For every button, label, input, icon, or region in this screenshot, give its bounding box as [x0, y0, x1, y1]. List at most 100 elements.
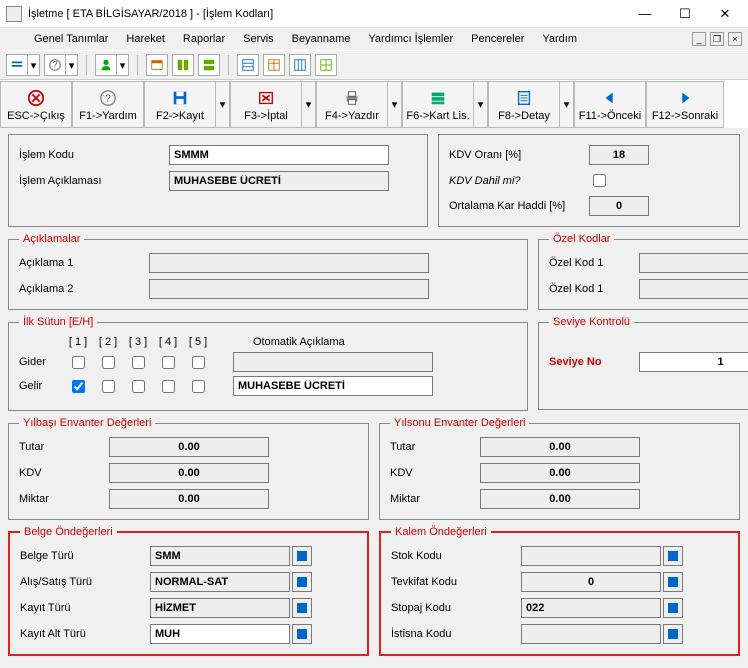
fkey-f6[interactable]: F6->Kart Lis.: [402, 81, 474, 128]
menu-hareket[interactable]: Hareket: [122, 31, 169, 47]
fkey-f11[interactable]: F11->Önceki: [574, 81, 646, 128]
mdi-restore-button[interactable]: ❐: [710, 32, 724, 46]
gelir-chk-4[interactable]: [162, 380, 175, 393]
menu-genel[interactable]: Genel Tanımlar: [30, 31, 112, 47]
gider-oto-field[interactable]: [233, 352, 433, 372]
kdv-orani-field[interactable]: [589, 145, 649, 165]
maximize-button[interactable]: ☐: [666, 3, 704, 25]
gider-chk-1[interactable]: [72, 356, 85, 369]
yilsonu-miktar-label: Miktar: [390, 493, 480, 505]
aciklama2-field[interactable]: [149, 279, 429, 299]
kayit-alt-picker-button[interactable]: [292, 624, 312, 644]
print-icon: [342, 88, 362, 108]
toolbar-tile-h-icon[interactable]: [172, 54, 194, 76]
toolbar-user-icon[interactable]: [95, 54, 117, 76]
fkey-f2[interactable]: F2->Kayıt: [144, 81, 216, 128]
gider-chk-5[interactable]: [192, 356, 205, 369]
yilbasi-kdv-field[interactable]: [109, 463, 269, 483]
fkey-esc[interactable]: ESC->Çıkış: [0, 81, 72, 128]
toolbar-grid2-icon[interactable]: [263, 54, 285, 76]
yilbasi-kdv-label: KDV: [19, 467, 109, 479]
oto-aciklama-label: Otomatik Açıklama: [253, 336, 345, 348]
fkey-f2-drop[interactable]: ▾: [216, 81, 230, 128]
close-button[interactable]: ✕: [706, 3, 744, 25]
toolbar-grid4-icon[interactable]: [315, 54, 337, 76]
gelir-chk-1[interactable]: [72, 380, 85, 393]
menu-servis[interactable]: Servis: [239, 31, 278, 47]
toolbar-grid3-icon[interactable]: [289, 54, 311, 76]
gider-chk-4[interactable]: [162, 356, 175, 369]
stopaj-picker-button[interactable]: [663, 598, 683, 618]
ozelkod-fieldset: Özel Kodlar Özel Kod 1 Özel Kod 1: [538, 233, 748, 310]
gelir-oto-field[interactable]: [233, 376, 433, 396]
islem-kodu-label: İşlem Kodu: [19, 149, 169, 161]
ozelkod1-field[interactable]: [639, 253, 748, 273]
toolbar-user-drop-icon[interactable]: ▾: [117, 54, 129, 76]
menu-yardimci[interactable]: Yardımcı İşlemler: [364, 31, 457, 47]
menu-pencereler[interactable]: Pencereler: [467, 31, 528, 47]
belge-legend: Belge Öndeğerleri: [20, 526, 117, 538]
toolbar-new-window-icon[interactable]: [146, 54, 168, 76]
yilbasi-tutar-label: Tutar: [19, 441, 109, 453]
toolbar-settings-drop-icon[interactable]: ▾: [28, 54, 40, 76]
yilbasi-tutar-field[interactable]: [109, 437, 269, 457]
tevkifat-picker-button[interactable]: [663, 572, 683, 592]
yilbasi-miktar-field[interactable]: [109, 489, 269, 509]
fkey-f12[interactable]: F12->Sonraki: [646, 81, 724, 128]
fkey-f1[interactable]: ? F1->Yardım: [72, 81, 144, 128]
toolbar-help-icon[interactable]: ?: [44, 54, 66, 76]
stok-kodu-picker-button[interactable]: [663, 546, 683, 566]
kayit-turu-picker-button[interactable]: [292, 598, 312, 618]
tevkifat-field[interactable]: [521, 572, 661, 592]
gelir-label: Gelir: [19, 380, 63, 392]
fkey-f3[interactable]: F3->İptal: [230, 81, 302, 128]
stok-kodu-field[interactable]: [521, 546, 661, 566]
fkey-f4-drop[interactable]: ▾: [388, 81, 402, 128]
gider-chk-2[interactable]: [102, 356, 115, 369]
istisna-picker-button[interactable]: [663, 624, 683, 644]
minimize-button[interactable]: —: [626, 3, 664, 25]
kayit-alt-field[interactable]: [150, 624, 290, 644]
menu-beyanname[interactable]: Beyanname: [288, 31, 355, 47]
yilsonu-miktar-field[interactable]: [480, 489, 640, 509]
kalem-legend: Kalem Öndeğerleri: [391, 526, 491, 538]
kayit-turu-field[interactable]: [150, 598, 290, 618]
ort-kar-field[interactable]: [589, 196, 649, 216]
stopaj-field[interactable]: [521, 598, 661, 618]
belge-turu-field[interactable]: [150, 546, 290, 566]
gelir-chk-5[interactable]: [192, 380, 205, 393]
seviye-field[interactable]: [639, 352, 748, 372]
alis-satis-picker-button[interactable]: [292, 572, 312, 592]
islem-aciklama-field[interactable]: [169, 171, 389, 191]
fkey-f3-drop[interactable]: ▾: [302, 81, 316, 128]
fkey-f8[interactable]: F8->Detay: [488, 81, 560, 128]
toolbar-tile-v-icon[interactable]: [198, 54, 220, 76]
gelir-chk-3[interactable]: [132, 380, 145, 393]
col-head-5: [ 5 ]: [183, 336, 213, 348]
toolbar-help-drop-icon[interactable]: ▾: [66, 54, 78, 76]
help-icon: ?: [98, 88, 118, 108]
alis-satis-field[interactable]: [150, 572, 290, 592]
toolbar-settings-icon[interactable]: [6, 54, 28, 76]
menu-raporlar[interactable]: Raporlar: [179, 31, 229, 47]
aciklama1-field[interactable]: [149, 253, 429, 273]
istisna-field[interactable]: [521, 624, 661, 644]
fkey-f8-drop[interactable]: ▾: [560, 81, 574, 128]
fkey-f6-drop[interactable]: ▾: [474, 81, 488, 128]
mdi-minimize-button[interactable]: _: [692, 32, 706, 46]
seviye-legend: Seviye Kontrolü: [549, 316, 634, 328]
belge-turu-picker-button[interactable]: [292, 546, 312, 566]
gelir-chk-2[interactable]: [102, 380, 115, 393]
menu-yardim[interactable]: Yardım: [538, 31, 581, 47]
mdi-close-button[interactable]: ×: [728, 32, 742, 46]
ozelkod2-field[interactable]: [639, 279, 748, 299]
aciklama2-label: Açıklama 2: [19, 283, 149, 295]
toolbar-grid1-icon[interactable]: [237, 54, 259, 76]
yilsonu-kdv-field[interactable]: [480, 463, 640, 483]
gider-chk-3[interactable]: [132, 356, 145, 369]
fkey-f4[interactable]: F4->Yazdır: [316, 81, 388, 128]
kdv-dahil-checkbox[interactable]: [593, 174, 606, 187]
yilsonu-tutar-field[interactable]: [480, 437, 640, 457]
yilsonu-kdv-label: KDV: [390, 467, 480, 479]
islem-kodu-field[interactable]: [169, 145, 389, 165]
